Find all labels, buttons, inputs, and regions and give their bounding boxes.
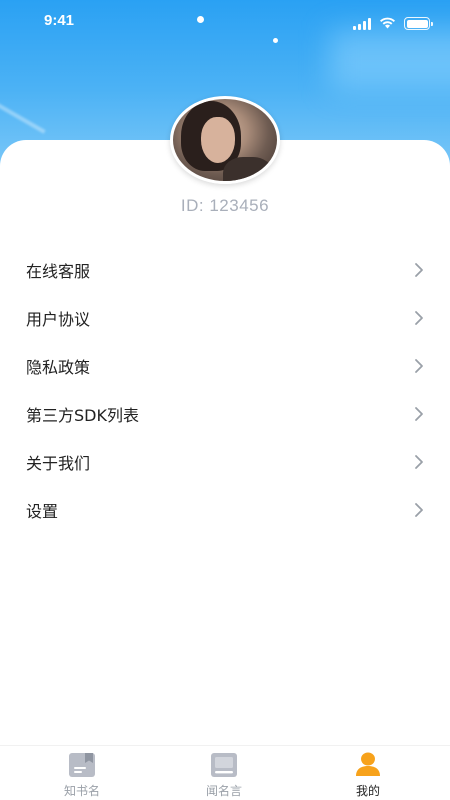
status-icons bbox=[353, 14, 433, 33]
status-bar: 9:41 bbox=[0, 0, 450, 44]
menu-item-label: 关于我们 bbox=[26, 454, 91, 473]
book-icon bbox=[68, 752, 96, 778]
menu-item-label: 隐私政策 bbox=[26, 358, 91, 377]
menu-item-label: 第三方SDK列表 bbox=[26, 406, 139, 425]
chevron-right-icon bbox=[414, 262, 424, 278]
cellular-signal-icon bbox=[353, 17, 371, 30]
menu-item-label: 用户协议 bbox=[26, 310, 91, 329]
user-id: ID: 123456 bbox=[180, 196, 270, 215]
menu-item-label: 在线客服 bbox=[26, 262, 91, 281]
battery-icon bbox=[404, 17, 433, 30]
tab-mine[interactable]: 我的 bbox=[328, 752, 408, 799]
chevron-right-icon bbox=[414, 310, 424, 326]
notebook-icon bbox=[210, 752, 238, 778]
bottom-tab-bar: 知书名 闻名言 我的 bbox=[0, 745, 450, 800]
chevron-right-icon bbox=[414, 358, 424, 374]
tab-label: 闻名言 bbox=[205, 784, 242, 798]
menu-item-about-us[interactable]: 关于我们 bbox=[0, 438, 450, 486]
menu-item-label: 设置 bbox=[26, 502, 59, 521]
tab-famous-quotes[interactable]: 闻名言 bbox=[184, 752, 264, 799]
chevron-right-icon bbox=[414, 454, 424, 470]
settings-menu: 在线客服 用户协议 隐私政策 第三方SDK列表 关于我们 设置 bbox=[0, 246, 450, 534]
avatar[interactable] bbox=[170, 96, 280, 184]
menu-item-privacy-policy[interactable]: 隐私政策 bbox=[0, 342, 450, 390]
tab-book-names[interactable]: 知书名 bbox=[42, 752, 122, 799]
wifi-icon bbox=[379, 14, 396, 33]
menu-item-online-service[interactable]: 在线客服 bbox=[0, 246, 450, 294]
tab-label: 我的 bbox=[355, 784, 380, 798]
menu-item-third-party-sdk[interactable]: 第三方SDK列表 bbox=[0, 390, 450, 438]
chevron-right-icon bbox=[414, 406, 424, 422]
person-icon bbox=[354, 752, 382, 778]
status-time: 9:41 bbox=[44, 12, 75, 29]
header-light-streak bbox=[0, 90, 46, 134]
tab-label: 知书名 bbox=[63, 784, 100, 798]
chevron-right-icon bbox=[414, 502, 424, 518]
menu-item-user-agreement[interactable]: 用户协议 bbox=[0, 294, 450, 342]
menu-item-settings[interactable]: 设置 bbox=[0, 486, 450, 534]
